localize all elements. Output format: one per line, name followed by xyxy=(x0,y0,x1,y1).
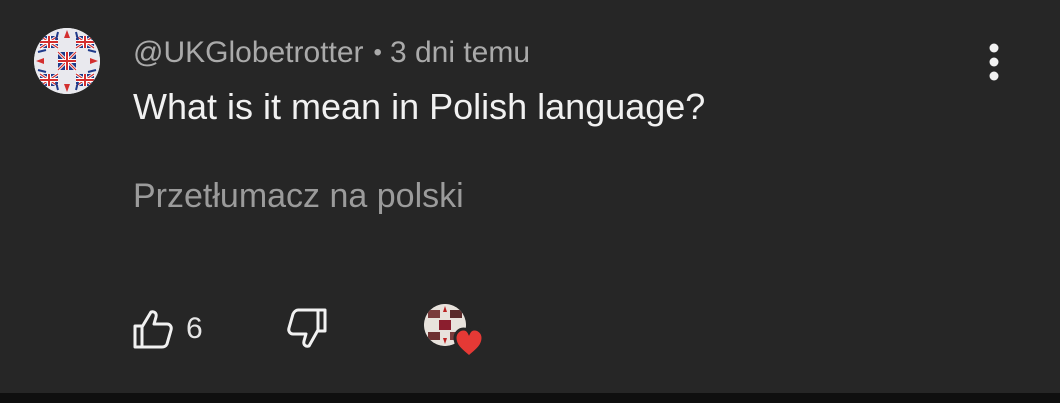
author-avatar[interactable] xyxy=(34,28,100,94)
comment-meta: @UKGlobetrotter • 3 dni temu xyxy=(133,35,530,71)
thumb-down-icon xyxy=(287,308,327,348)
vertical-dots-icon xyxy=(989,43,999,81)
thumb-up-icon xyxy=(133,310,173,349)
dislike-button[interactable] xyxy=(286,306,332,352)
like-count: 6 xyxy=(186,312,203,345)
comment-card: @UKGlobetrotter • 3 dni temu What is it … xyxy=(0,0,1060,393)
comment-timestamp: 3 dni temu xyxy=(389,36,531,69)
union-jack-avatar-image xyxy=(34,28,100,94)
creator-heart-button[interactable] xyxy=(424,304,488,360)
author-handle-link[interactable]: @UKGlobetrotter xyxy=(133,36,364,70)
meta-separator: • xyxy=(373,39,382,66)
bottom-divider xyxy=(0,393,1060,403)
more-options-button[interactable] xyxy=(976,40,1012,84)
like-button[interactable]: 6 xyxy=(130,306,203,352)
comment-text: What is it mean in Polish language? xyxy=(133,86,706,127)
translate-button[interactable]: Przetłumacz na polski xyxy=(133,177,464,216)
heart-icon xyxy=(453,327,485,359)
